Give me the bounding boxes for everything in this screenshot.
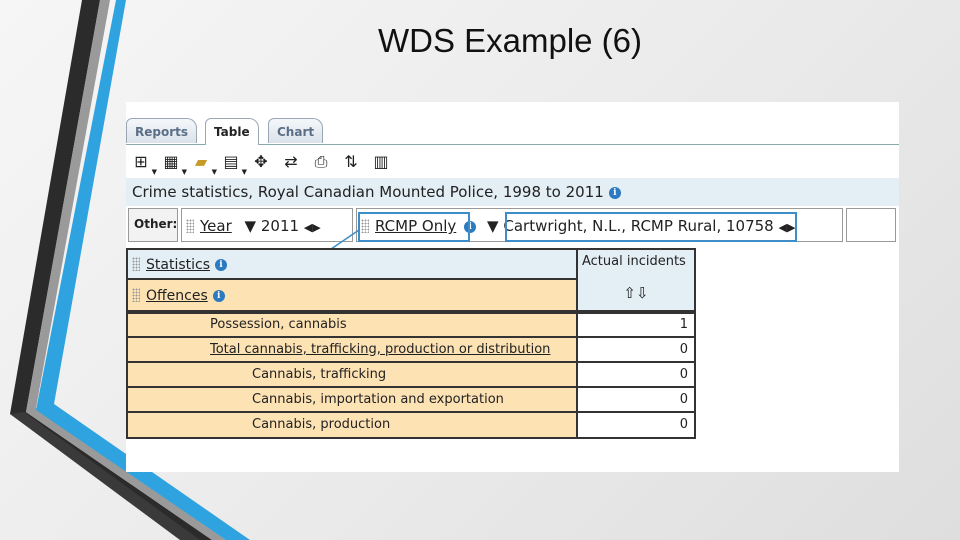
row-value: 0 — [576, 361, 696, 388]
row-value: 0 — [576, 411, 696, 439]
table-row: Total cannabis, trafficking, production … — [126, 336, 578, 363]
statistics-header: Statistics i — [126, 248, 578, 280]
statistics-label[interactable]: Statistics — [146, 257, 210, 273]
offences-label[interactable]: Offences — [146, 288, 208, 304]
table-row: Cannabis, production — [126, 411, 578, 439]
table-row: Cannabis, trafficking — [126, 361, 578, 388]
wds-screenshot: Reports Table Chart ⊞ ▼ ▦ ▼ ▰ ▼ ▤ ▼ ✥ ⇄ ⎙ ⇅ … — [126, 102, 899, 472]
offences-header: Offences i — [126, 278, 578, 312]
column-header-label: Actual incidents — [582, 254, 686, 269]
drag-handle[interactable] — [132, 257, 140, 271]
row-label-link[interactable]: Total cannabis, trafficking, production … — [210, 342, 550, 357]
info-icon[interactable]: i — [215, 259, 227, 271]
row-value: 0 — [576, 336, 696, 363]
row-value: 1 — [576, 312, 696, 338]
slide-title: WDS Example (6) — [377, 22, 643, 59]
column-header: Actual incidents ⇧⇩ — [576, 248, 696, 312]
row-value: 0 — [576, 386, 696, 413]
table-row: Possession, cannabis — [126, 312, 578, 338]
table-row: Cannabis, importation and exportation — [126, 386, 578, 413]
sort-arrows-icon[interactable]: ⇧⇩ — [578, 284, 694, 302]
info-icon[interactable]: i — [212, 290, 225, 302]
drag-handle[interactable] — [132, 288, 140, 302]
